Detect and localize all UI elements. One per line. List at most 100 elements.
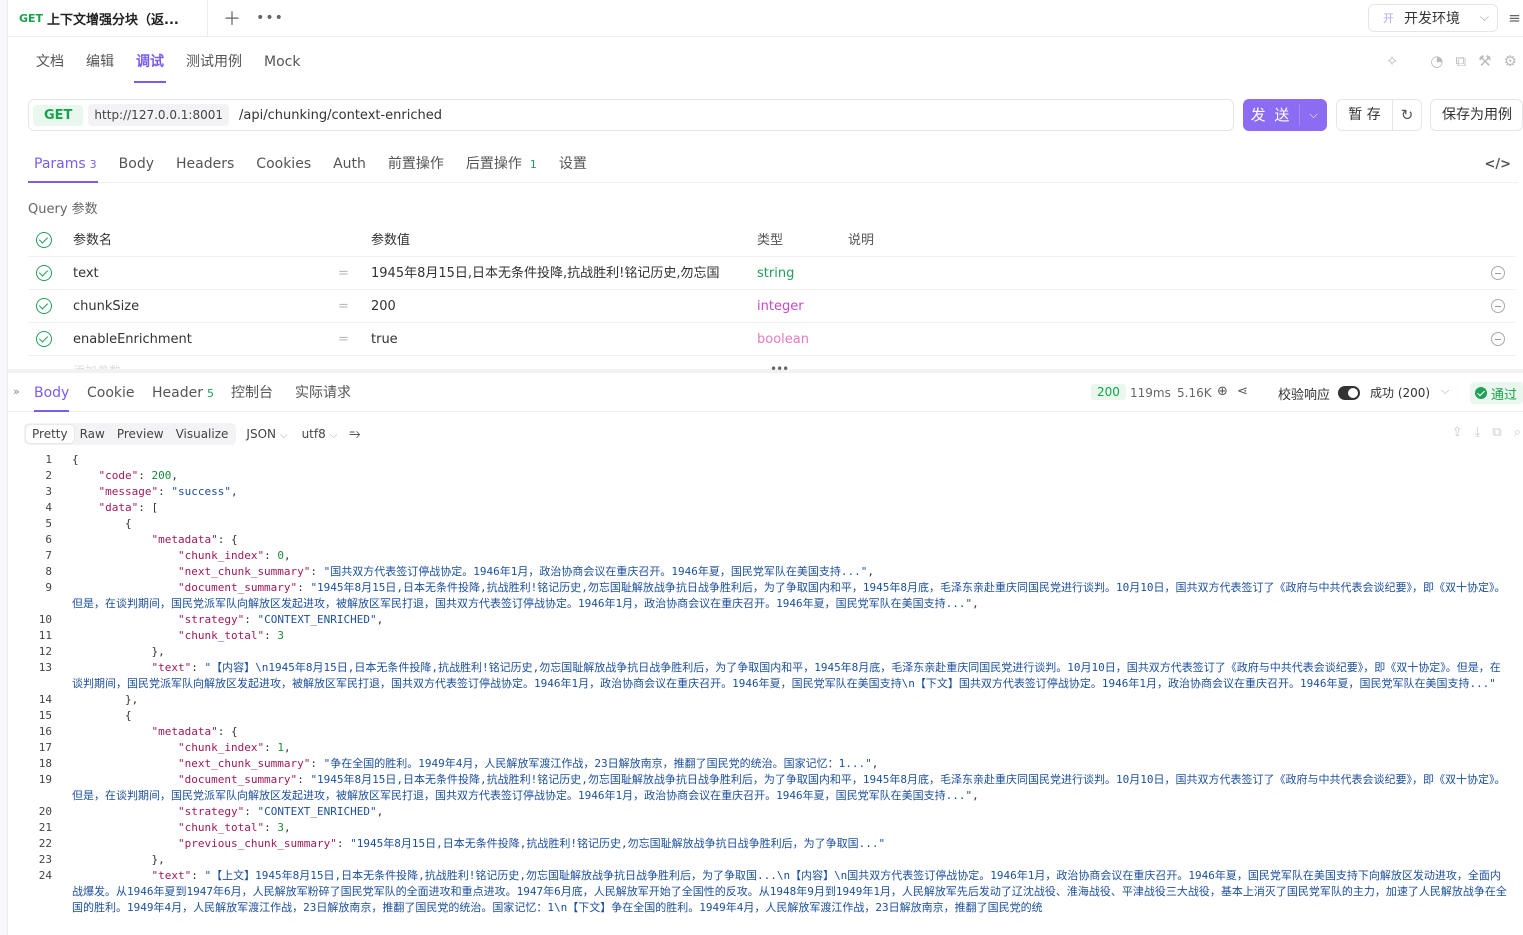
tab-response-header[interactable]: Header 5 xyxy=(152,376,214,411)
row-checkbox[interactable] xyxy=(36,298,52,314)
code-text: }, xyxy=(72,853,165,866)
tab-response-cookie[interactable]: Cookie xyxy=(87,376,135,411)
query-params-label: Query 参数 xyxy=(28,202,98,217)
send-button[interactable]: 发 送 ⌵ xyxy=(1243,99,1327,131)
params-table: 参数名 参数值 类型 说明 text = 1945年8月15日,日本无条件投降,… xyxy=(28,224,1515,356)
code-text: { xyxy=(72,453,79,466)
param-type[interactable]: boolean xyxy=(757,323,809,356)
tab-headers[interactable]: Headers xyxy=(165,147,245,182)
more-icon[interactable]: ••• xyxy=(256,6,283,30)
tab-pre-actions[interactable]: 前置操作 xyxy=(377,147,455,182)
tab-actual-request[interactable]: 实际请求 xyxy=(295,376,351,411)
tab-body[interactable]: Body xyxy=(108,147,165,182)
code-text: { xyxy=(72,517,132,530)
tab-params[interactable]: Params 3 xyxy=(28,147,108,183)
add-tab-icon[interactable]: ＋ xyxy=(220,6,244,30)
globe-icon[interactable]: ⊕ xyxy=(1217,384,1228,399)
remove-icon[interactable] xyxy=(1491,299,1505,313)
expected-response-select[interactable]: 成功 (200) xyxy=(1370,384,1430,401)
add-param-placeholder[interactable]: 添加参数 xyxy=(73,362,121,369)
view-pretty[interactable]: Pretty xyxy=(26,424,74,443)
param-name[interactable]: text xyxy=(73,257,333,290)
download-icon[interactable]: ⤓ xyxy=(1475,425,1481,440)
save-as-case-button[interactable]: 保存为用例 xyxy=(1430,99,1523,131)
code-line: 21 "chunk_total": 3, xyxy=(8,820,1523,836)
line-number: 2 xyxy=(45,469,52,482)
view-preview[interactable]: Preview xyxy=(111,425,170,443)
upload-icon[interactable]: ⇪ xyxy=(1452,425,1463,440)
collapse-icon[interactable]: » xyxy=(13,385,20,398)
wrap-lines-icon[interactable]: ⥱ xyxy=(349,426,360,442)
base-url[interactable]: http://127.0.0.1:8001 xyxy=(88,104,230,126)
response-code-view[interactable]: 1{2 "code": 200, 3 "message": "success", 4… xyxy=(8,452,1523,935)
tools-icon[interactable]: ⚒ xyxy=(1478,52,1491,70)
save-temp-button[interactable]: 暂 存 xyxy=(1337,100,1393,130)
row-checkbox[interactable] xyxy=(36,265,52,281)
code-line: 20 "strategy": "CONTEXT_ENRICHED", xyxy=(8,804,1523,820)
menu-icon[interactable]: ≡ xyxy=(1506,8,1523,28)
url-bar[interactable]: GET http://127.0.0.1:8001 /api/chunking/… xyxy=(28,99,1234,131)
doc-tabs: 文档 编辑 调试 测试用例 Mock xyxy=(8,40,311,83)
request-tab[interactable]: GET 上下文增强分块（返... xyxy=(8,0,208,37)
verify-toggle[interactable] xyxy=(1338,386,1360,400)
tab-settings[interactable]: 设置 xyxy=(548,147,598,182)
search-icon[interactable]: ⌕ xyxy=(1514,425,1521,440)
tab-title: 上下文增强分块（返... xyxy=(47,13,179,28)
url-path-input[interactable]: /api/chunking/context-enriched xyxy=(239,108,442,123)
response-time: 119ms xyxy=(1130,386,1171,400)
view-visualize[interactable]: Visualize xyxy=(170,425,235,443)
tab-test-cases[interactable]: 测试用例 xyxy=(175,40,253,83)
tab-console[interactable]: 控制台 xyxy=(231,376,273,411)
tab-response-body[interactable]: Body xyxy=(34,376,70,412)
reset-icon[interactable]: ↻ xyxy=(1393,106,1421,124)
chevron-down-icon[interactable]: ⌵ xyxy=(1441,384,1449,398)
remove-icon[interactable] xyxy=(1491,266,1505,280)
panel-splitter[interactable] xyxy=(8,369,1523,373)
tab-auth[interactable]: Auth xyxy=(322,147,377,182)
copy-icon[interactable]: ⧉ xyxy=(1492,425,1501,440)
param-value[interactable]: 1945年8月15日,日本无条件投降,抗战胜利!铭记历史,勿忘国 xyxy=(371,257,746,290)
pin-icon[interactable]: ✧ xyxy=(1386,52,1399,70)
param-value[interactable]: 200 xyxy=(371,290,746,323)
code-text: "chunk_total": 3, xyxy=(177,821,291,834)
code-view-icon[interactable]: </> xyxy=(1484,157,1511,172)
tab-label: Cookies xyxy=(256,156,312,172)
row-checkbox[interactable] xyxy=(36,331,52,347)
format-select[interactable]: JSON ⌵ xyxy=(246,427,287,441)
share-icon[interactable]: ⧉ xyxy=(1455,52,1466,70)
line-number: 6 xyxy=(45,533,52,546)
equals-sign: = xyxy=(338,299,349,314)
gear-icon[interactable]: ⚙ xyxy=(1504,52,1517,70)
drag-handle-icon[interactable]: ••• xyxy=(770,362,789,376)
tab-post-actions[interactable]: 后置操作 1 xyxy=(455,147,548,182)
code-line: 4 "data": [ xyxy=(8,500,1523,516)
tab-mock[interactable]: Mock xyxy=(253,40,311,83)
encoding-select[interactable]: utf8 ⌵ xyxy=(302,427,338,441)
response-size: 5.16K xyxy=(1177,386,1212,400)
param-name[interactable]: enableEnrichment xyxy=(73,323,333,356)
code-line: 3 "message": "success", xyxy=(8,484,1523,500)
tab-label: Headers xyxy=(176,156,235,172)
share-icon[interactable]: ⋖ xyxy=(1237,384,1248,399)
param-type[interactable]: string xyxy=(757,257,794,290)
line-number: 17 xyxy=(38,741,52,754)
param-type[interactable]: integer xyxy=(757,290,804,323)
param-value[interactable]: true xyxy=(371,323,746,356)
code-text: { xyxy=(72,709,132,722)
line-number: 5 xyxy=(45,517,52,530)
code-line: 15 { xyxy=(8,708,1523,724)
environment-selector[interactable]: 开 开发环境 ⌵ xyxy=(1368,4,1498,32)
tab-doc[interactable]: 文档 xyxy=(8,40,75,83)
remove-icon[interactable] xyxy=(1491,332,1505,346)
tab-debug[interactable]: 调试 xyxy=(125,40,175,83)
param-name[interactable]: chunkSize xyxy=(73,290,333,323)
tab-cookies[interactable]: Cookies xyxy=(245,147,322,182)
view-raw[interactable]: Raw xyxy=(74,425,111,443)
tab-edit[interactable]: 编辑 xyxy=(75,40,125,83)
pass-badge: 通过 xyxy=(1470,382,1523,404)
select-all-checkbox[interactable] xyxy=(36,232,52,248)
http-method-select[interactable]: GET xyxy=(33,104,84,126)
history-icon[interactable]: ◔ xyxy=(1430,52,1443,70)
line-number: 10 xyxy=(38,613,52,626)
chevron-down-icon[interactable]: ⌵ xyxy=(1300,108,1327,122)
